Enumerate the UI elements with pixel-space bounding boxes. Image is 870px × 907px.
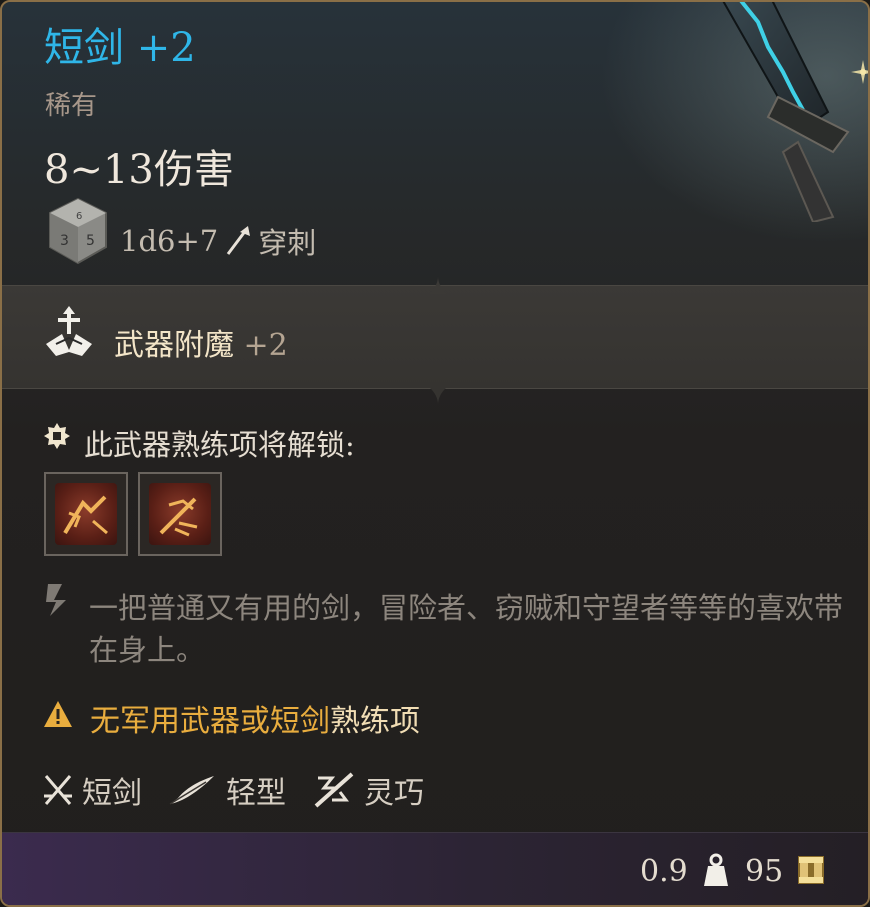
weapon-properties: 短剑 轻型 灵巧 <box>42 768 450 812</box>
damage-dice: 1d6+7 <box>120 224 219 258</box>
property-finesse: 灵巧 <box>312 768 424 812</box>
item-title: 短剑 +2 <box>44 25 196 71</box>
damage-detail: 1d6+7 穿刺 <box>120 220 316 262</box>
weapon-enchantment-icon <box>46 306 92 356</box>
damage-type: 穿刺 <box>258 226 317 260</box>
proficiency-unlock-icon <box>44 423 70 449</box>
svg-text:6: 6 <box>76 211 82 222</box>
item-weight: 0.9 <box>640 854 688 889</box>
enchantment: 武器附魔 +2 <box>114 320 288 364</box>
finesse-icon <box>314 772 354 808</box>
divider-notch-icon <box>429 387 447 405</box>
divider-notch-icon <box>429 276 447 294</box>
weapon-action-slot-2-icon <box>159 497 198 537</box>
weapon-action-slot-1-icon <box>63 495 108 535</box>
item-tooltip: 短剑 +2 稀有 8~13伤害 6 3 5 1d6+7 穿刺 武器附魔 +2 此… <box>0 0 870 907</box>
gold-coin-icon <box>798 856 824 884</box>
enchantment-name: 武器附魔 <box>114 328 234 363</box>
svg-text:3: 3 <box>60 233 69 249</box>
d6-dice-icon: 6 3 5 <box>49 197 107 265</box>
property-light: 轻型 <box>168 768 286 812</box>
enchantment-value: +2 <box>243 328 288 363</box>
weapon-action-slot-1[interactable] <box>44 472 128 556</box>
flavor-quote-icon <box>46 584 66 616</box>
tooltip-footer <box>2 832 868 905</box>
crossed-swords-icon <box>44 775 72 805</box>
property-short-sword: 短剑 <box>42 768 142 812</box>
proficiency-header: 此武器熟练项将解锁: <box>84 428 355 462</box>
weight-icon <box>704 853 728 886</box>
svg-text:5: 5 <box>86 233 95 249</box>
item-rarity: 稀有 <box>45 91 98 121</box>
feather-icon <box>169 776 214 805</box>
weapon-action-slot-2[interactable] <box>138 472 222 556</box>
item-price: 95 <box>745 854 784 889</box>
damage-range: 8~13伤害 <box>44 147 234 193</box>
warning-main: 无军用武器或短剑 <box>90 704 330 739</box>
flavor-text: 一把普通又有用的剑，冒险者、窃贼和守望者等等的喜欢带在身上。 <box>89 591 844 667</box>
proficiency-warning: 无军用武器或短剑熟练项 <box>90 696 420 740</box>
piercing-arrow-icon <box>227 226 251 255</box>
short-sword-artwork <box>722 2 868 222</box>
warning-triangle-icon <box>44 701 72 727</box>
warning-tail: 熟练项 <box>330 704 420 739</box>
